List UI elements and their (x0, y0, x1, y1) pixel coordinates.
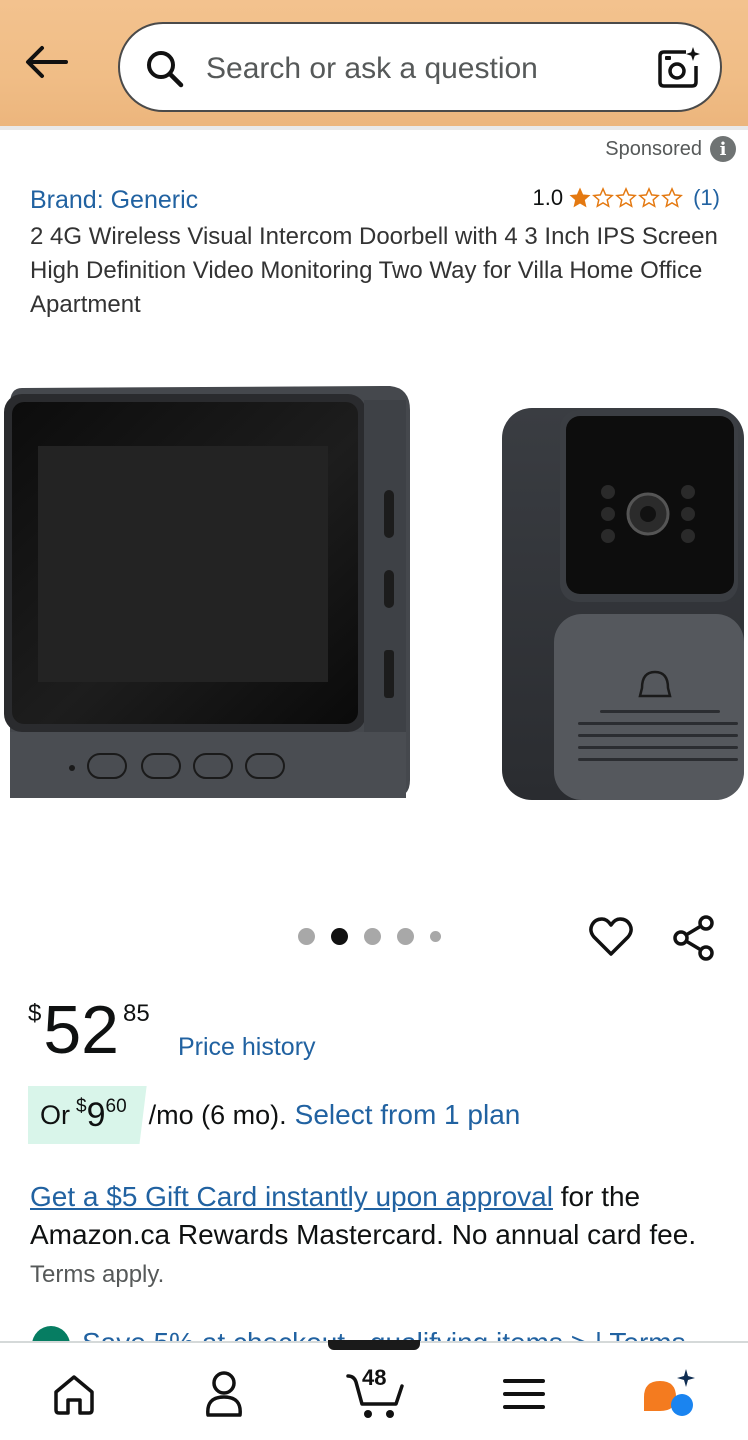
price: $ 52 85 (28, 994, 150, 1066)
gift-card-promo: Get a $5 Gift Card instantly upon approv… (30, 1178, 720, 1294)
installment-whole: 9 (86, 1095, 106, 1134)
brand-link[interactable]: Brand: Generic (30, 186, 198, 215)
carousel-dot[interactable] (364, 928, 381, 945)
profile-icon (206, 1371, 242, 1417)
carousel-dot[interactable] (397, 928, 414, 945)
price-fraction: 85 (123, 1000, 150, 1027)
product-photo (4, 386, 744, 800)
header-bar (0, 0, 748, 128)
terms-text[interactable]: Terms apply. (30, 1261, 164, 1288)
star-empty-icon (661, 187, 684, 208)
header-divider (0, 126, 748, 130)
star-rating (569, 187, 684, 209)
share-button[interactable] (670, 914, 718, 967)
carousel-dot[interactable] (430, 931, 441, 942)
product-image[interactable] (0, 370, 748, 820)
search-input[interactable] (206, 50, 626, 88)
search-bar[interactable] (118, 22, 722, 112)
back-arrow-icon (26, 46, 68, 78)
bottom-navigation: 48 (0, 1341, 748, 1440)
search-icon (147, 51, 184, 88)
star-empty-icon (615, 187, 638, 208)
rating-summary[interactable]: 1.0 (1) (533, 185, 720, 211)
star-filled-icon (569, 187, 591, 208)
select-plan-link[interactable]: Select from 1 plan (295, 1099, 521, 1131)
price-history-link[interactable]: Price history (178, 1033, 316, 1062)
home-indicator (328, 1340, 420, 1350)
home-icon (54, 1375, 94, 1415)
menu-icon (503, 1379, 545, 1409)
info-icon[interactable]: i (710, 136, 736, 162)
wishlist-button[interactable] (588, 914, 634, 965)
installment-symbol: $ (76, 1096, 87, 1117)
price-symbol: $ (28, 1000, 42, 1027)
camera-search-icon[interactable] (656, 44, 702, 90)
sponsored-text: Sponsored (605, 137, 702, 160)
nav-home[interactable] (44, 1367, 104, 1421)
carousel-dot[interactable] (298, 928, 315, 945)
check-circle-icon (32, 1326, 70, 1342)
heart-icon (589, 917, 633, 956)
star-empty-icon (638, 187, 661, 208)
sponsored-label[interactable]: Sponsored i (605, 136, 736, 162)
product-title: 2 4G Wireless Visual Intercom Doorbell w… (30, 223, 718, 318)
review-count[interactable]: (1) (693, 185, 720, 211)
installment-prefix: Or (40, 1099, 70, 1130)
carousel-dot-active[interactable] (331, 928, 348, 945)
nav-cart[interactable]: 48 (344, 1365, 410, 1421)
gift-card-link[interactable]: Get a $5 Gift Card instantly upon approv… (30, 1181, 553, 1212)
rating-value: 1.0 (532, 185, 564, 210)
save-offer-row[interactable]: Save 5% at checkout - qualifying items >… (32, 1322, 732, 1342)
star-empty-icon (592, 187, 615, 208)
carousel-indicator (298, 928, 441, 945)
nav-menu[interactable] (494, 1367, 554, 1421)
nav-profile[interactable] (194, 1367, 254, 1421)
installment-offer[interactable]: Or $ 9 60 /mo (6 mo). Select from 1 plan (28, 1086, 520, 1144)
cart-count: 48 (362, 1365, 387, 1390)
nav-rufus[interactable] (640, 1367, 700, 1421)
installment-badge: Or $ 9 60 (28, 1086, 147, 1144)
installment-fraction: 60 (105, 1096, 127, 1117)
rufus-assistant-icon (644, 1369, 695, 1416)
share-icon (673, 915, 714, 961)
back-button[interactable] (20, 36, 72, 88)
installment-suffix: /mo (6 mo). (148, 1099, 287, 1130)
price-whole: 52 (43, 992, 119, 1068)
